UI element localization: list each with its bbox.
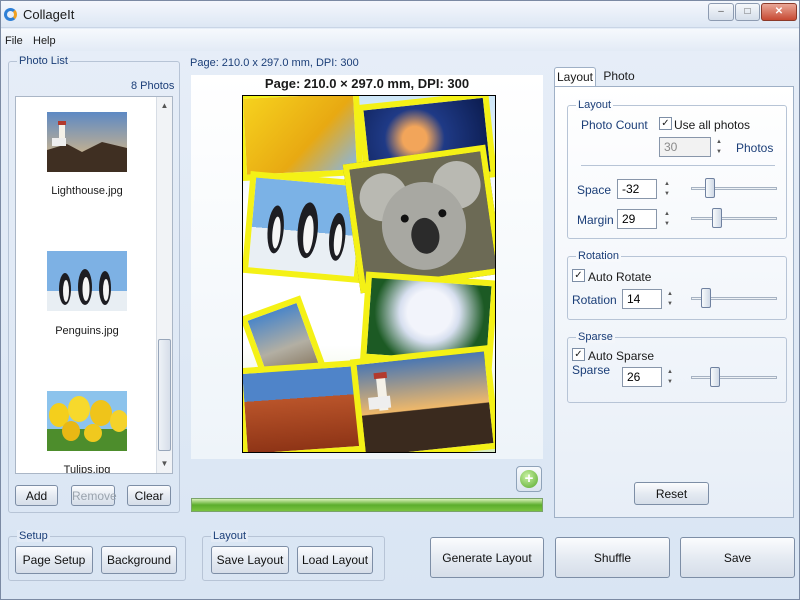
auto-rotate-checkbox[interactable]: ✓	[572, 269, 585, 282]
maximize-button[interactable]: □	[735, 3, 760, 21]
scroll-up-icon[interactable]: ▲	[157, 99, 172, 113]
generate-layout-button[interactable]: Generate Layout	[430, 537, 544, 578]
photo-list-scrollbar[interactable]: ▲ ▼	[156, 97, 172, 473]
photo-count-spinner[interactable]: ▲ ▼	[713, 137, 725, 157]
clear-button[interactable]: Clear	[127, 485, 171, 506]
page-info-small: Page: 210.0 x 297.0 mm, DPI: 300	[190, 57, 359, 69]
title-bar[interactable]: CollageIt – □ ✕	[1, 1, 799, 28]
setup-group-title: Setup	[17, 530, 50, 542]
margin-slider-thumb[interactable]	[712, 208, 722, 228]
page-setup-button[interactable]: Page Setup	[15, 546, 93, 574]
layout-group-title: Layout	[576, 99, 614, 111]
space-spinner[interactable]: ▲ ▼	[661, 179, 673, 199]
photo-count-label: 8 Photos	[131, 80, 175, 92]
add-photo-button[interactable]: +	[516, 466, 542, 492]
margin-slider-track[interactable]	[691, 217, 777, 220]
tab-layout[interactable]: Layout	[554, 67, 596, 87]
sparse-label: Sparse	[572, 363, 611, 377]
sparse-input[interactable]	[622, 367, 662, 387]
lighthouse-thumbnail[interactable]	[47, 112, 127, 172]
space-label: Space	[577, 183, 612, 197]
check-icon: ✓	[574, 349, 583, 360]
rotation-slider-thumb[interactable]	[701, 288, 711, 308]
window-title: CollageIt	[23, 7, 75, 22]
save-button[interactable]: Save	[680, 537, 795, 578]
scroll-thumb[interactable]	[158, 339, 171, 451]
auto-sparse-label[interactable]: Auto Sparse	[588, 349, 654, 363]
margin-input[interactable]	[617, 209, 657, 229]
separator	[581, 165, 775, 166]
list-item[interactable]: Lighthouse.jpg	[16, 185, 158, 197]
tulips-thumbnail[interactable]	[47, 391, 128, 451]
progress-fill	[192, 499, 542, 511]
photos-unit-label: Photos	[736, 141, 774, 155]
space-input[interactable]	[617, 179, 657, 199]
margin-spinner[interactable]: ▲ ▼	[661, 209, 673, 229]
collage-canvas[interactable]: Page: 210.0 × 297.0 mm, DPI: 300	[191, 75, 543, 459]
space-slider-track[interactable]	[691, 187, 777, 190]
menu-help[interactable]: Help	[33, 35, 56, 47]
app-logo-icon	[4, 8, 17, 21]
layout-tab-panel: Layout Photo Count ✓ Use all photos ▲▼ P…	[554, 86, 794, 518]
use-all-photos-label[interactable]: Use all photos	[674, 118, 750, 132]
close-button[interactable]: ✕	[761, 3, 797, 21]
collage-page[interactable]	[242, 95, 496, 453]
rotation-spinner[interactable]: ▲ ▼	[664, 289, 676, 309]
remove-button[interactable]: Remove	[71, 485, 117, 506]
save-layout-button[interactable]: Save Layout	[211, 546, 289, 574]
scroll-down-icon[interactable]: ▼	[157, 457, 172, 471]
sparse-slider-track[interactable]	[691, 376, 777, 379]
sparse-group-title: Sparse	[576, 331, 615, 343]
margin-label: Margin	[577, 213, 614, 227]
collage-photo-lighthouse[interactable]	[349, 344, 495, 452]
collage-photo-desert[interactable]	[243, 359, 367, 452]
plus-icon: +	[520, 470, 538, 488]
photo-count-input[interactable]	[659, 137, 711, 157]
reset-button[interactable]: Reset	[634, 482, 709, 505]
layout-actions-title: Layout	[211, 530, 249, 542]
minimize-button[interactable]: –	[708, 3, 734, 21]
check-icon: ✓	[661, 118, 670, 129]
space-slider-thumb[interactable]	[705, 178, 715, 198]
list-item[interactable]: Tulips.jpg	[16, 464, 158, 473]
rotation-input[interactable]	[622, 289, 662, 309]
progress-bar	[191, 498, 543, 512]
sparse-spinner[interactable]: ▲ ▼	[664, 367, 676, 387]
shuffle-button[interactable]: Shuffle	[555, 537, 670, 578]
photo-count-field-label: Photo Count	[581, 118, 648, 132]
menu-bar: File Help	[1, 29, 799, 51]
rotation-label: Rotation	[572, 293, 617, 307]
app-window: CollageIt – □ ✕ File Help Photo List 8 P…	[0, 0, 800, 600]
photo-list[interactable]: Lighthouse.jpg Penguins.jpg Tulips.jpg ▲…	[15, 96, 173, 474]
use-all-photos-checkbox[interactable]: ✓	[659, 117, 672, 130]
auto-rotate-label[interactable]: Auto Rotate	[588, 270, 651, 284]
penguins-thumbnail[interactable]	[47, 251, 127, 311]
tab-photo[interactable]: Photo	[598, 67, 640, 87]
background-button[interactable]: Background	[101, 546, 177, 574]
check-icon: ✓	[574, 270, 583, 281]
auto-sparse-checkbox[interactable]: ✓	[572, 348, 585, 361]
sparse-slider-thumb[interactable]	[710, 367, 720, 387]
photo-list-title: Photo List	[17, 55, 70, 67]
menu-file[interactable]: File	[5, 35, 23, 47]
list-item[interactable]: Penguins.jpg	[16, 325, 158, 337]
load-layout-button[interactable]: Load Layout	[297, 546, 373, 574]
rotation-group-title: Rotation	[576, 250, 621, 262]
rotation-group: Rotation	[567, 250, 787, 320]
page-info-title: Page: 210.0 × 297.0 mm, DPI: 300	[264, 76, 470, 91]
add-button[interactable]: Add	[15, 485, 58, 506]
